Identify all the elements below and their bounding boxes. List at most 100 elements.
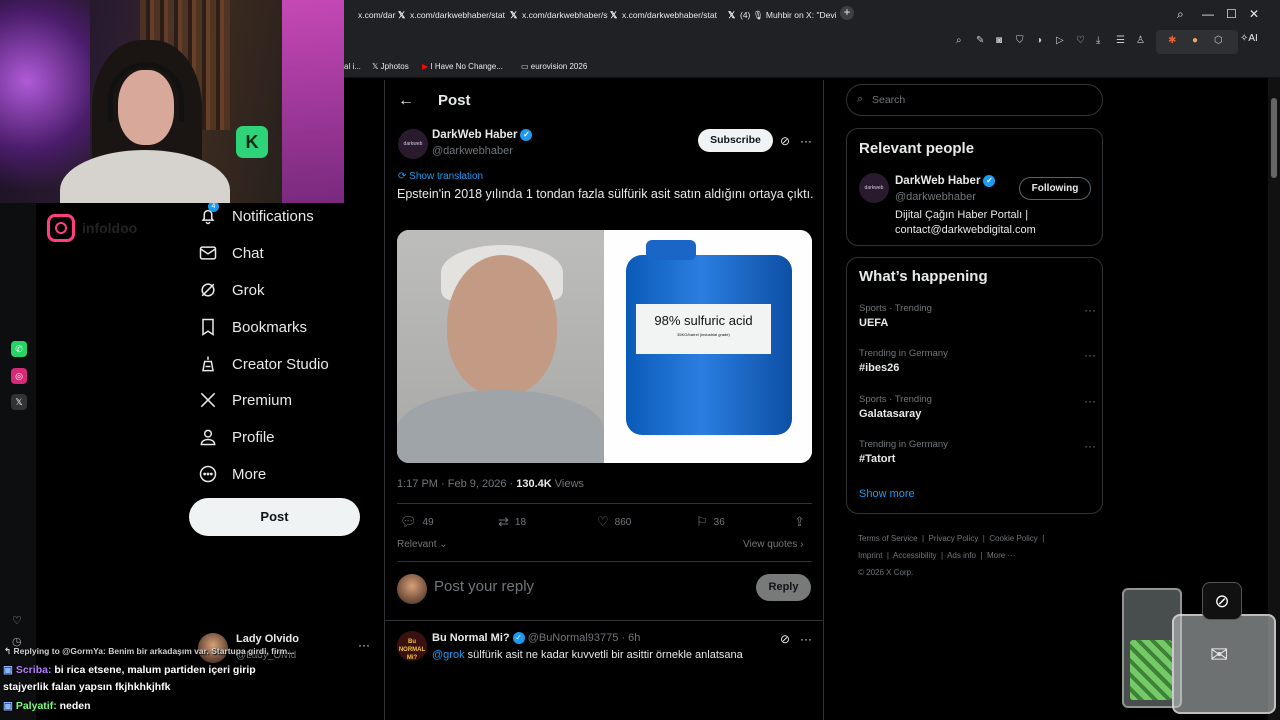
person-avatar[interactable]: darkweb [859, 173, 889, 203]
trend-item[interactable]: Sports · Trending Galatasaray [859, 394, 932, 420]
search-icon: ⌕ [857, 93, 864, 105]
back-arrow-icon[interactable]: ← [398, 92, 414, 110]
like-action[interactable]: ♡ 860 [597, 514, 631, 530]
nav-premium[interactable]: Premium [198, 385, 292, 415]
more-options-icon[interactable]: ··· [800, 134, 812, 148]
nav-chat[interactable]: Chat [198, 238, 264, 268]
author-handle[interactable]: @darkwebhaber [432, 145, 513, 157]
footer-link[interactable]: Privacy Policy [929, 534, 979, 543]
post-button[interactable]: Post [189, 498, 360, 536]
footer-link[interactable]: Ads info [947, 551, 976, 560]
bookmark-item[interactable]: al i... [344, 62, 361, 71]
author-name[interactable]: DarkWeb Haber ✓ [432, 129, 533, 141]
close-window-button[interactable]: ✕ [1249, 6, 1259, 22]
person-icon [200, 429, 216, 446]
show-translation-link[interactable]: ⟳ Show translation [398, 171, 483, 182]
account-name[interactable]: Lady Olvido [236, 633, 299, 645]
footer-link[interactable]: More ··· [987, 551, 1015, 560]
trend-item[interactable]: Trending in Germany #Tatort [859, 439, 948, 465]
search-tabs-icon[interactable]: ⌕ [1177, 6, 1184, 22]
search-input[interactable]: ⌕ Search [846, 84, 1103, 116]
bookmark-item[interactable]: ▶ I Have No Change... [422, 62, 503, 71]
account-more-icon[interactable]: ··· [358, 638, 370, 652]
kick-logo-icon: K [236, 126, 268, 158]
trend-item[interactable]: Sports · Trending UEFA [859, 303, 932, 329]
instagram-icon[interactable]: ◎ [11, 368, 27, 384]
nav-grok[interactable]: Grok [198, 275, 265, 305]
browser-tab[interactable]: 𝕏x.com/darkwebhaber/stat [396, 4, 506, 26]
tweet-media[interactable]: 98% sulfuric acid 35KG/barrel (industria… [397, 230, 812, 463]
x-logo-icon [200, 392, 216, 408]
scrollbar-thumb[interactable] [1271, 98, 1277, 178]
play-icon[interactable]: ▷ [1056, 35, 1064, 46]
nav-bookmarks[interactable]: Bookmarks [198, 312, 307, 342]
trend-item[interactable]: Trending in Germany #ibes26 [859, 348, 948, 374]
footer-link[interactable]: Accessibility [893, 551, 937, 560]
grok-icon: ⊘ [1202, 582, 1242, 620]
share-action[interactable]: ⇪ [794, 514, 811, 530]
divider [397, 561, 812, 562]
x-icon: 𝕏 [610, 10, 618, 20]
browser-tab[interactable]: 𝕏x.com/darkwebhaber/stat [508, 4, 608, 26]
following-button[interactable]: Following [1019, 177, 1091, 200]
extension-icon[interactable]: ⬡ [1214, 35, 1223, 46]
minimize-button[interactable]: — [1202, 6, 1214, 22]
trend-more-icon[interactable]: ··· [1084, 439, 1096, 453]
ai-button[interactable]: ✧AI [1240, 33, 1258, 44]
trend-more-icon[interactable]: ··· [1084, 303, 1096, 317]
menu-icon[interactable]: ☰ [1116, 35, 1125, 46]
author-avatar[interactable]: darkweb [398, 129, 428, 159]
more-circle-icon [199, 465, 217, 483]
webcam-overlay: K [0, 0, 344, 203]
grok-icon[interactable]: ⊘ [780, 134, 790, 148]
x-icon[interactable]: 𝕏 [11, 394, 27, 410]
browser-tab[interactable]: 𝕏x.com/darkwebhaber/stat [608, 4, 718, 26]
repost-action[interactable]: ⇄ 18 [498, 514, 526, 530]
new-tab-button[interactable]: + [840, 6, 854, 20]
whatsapp-icon[interactable]: ✆ [11, 341, 27, 357]
shield-icon[interactable]: ⛉ [1016, 35, 1024, 46]
nav-more[interactable]: More [198, 459, 266, 489]
more-options-icon[interactable]: ··· [800, 632, 812, 646]
bookmark-icon [202, 318, 214, 336]
instagram-overlay-dot [55, 222, 67, 234]
bookmark-item[interactable]: 𝕏 Jphotos [372, 62, 409, 71]
camera-icon[interactable]: ◙ [996, 35, 1002, 46]
show-more-link[interactable]: Show more [859, 488, 915, 500]
edit-icon[interactable]: ✎ [976, 35, 984, 46]
extensions-bar: ✱ ● ⬡ [1156, 30, 1238, 54]
heart-icon[interactable]: ♡ [12, 614, 22, 627]
nav-creator-studio[interactable]: Creator Studio [198, 349, 329, 379]
nav-profile[interactable]: Profile [198, 422, 275, 452]
view-quotes-link[interactable]: View quotes › [743, 539, 803, 550]
footer-link[interactable]: Imprint [858, 551, 882, 560]
bookmark-item[interactable]: ▭ eurovision 2026 [521, 62, 587, 71]
reply-button[interactable]: Reply [756, 574, 811, 601]
maximize-button[interactable]: ☐ [1226, 6, 1237, 22]
profile-icon[interactable]: ♙ [1136, 35, 1145, 46]
browser-tab-active[interactable]: 𝕏 (4) 🎙 Muhbir on X: "Devi [726, 4, 836, 26]
extension-icon[interactable]: ✱ [1168, 35, 1176, 46]
heart-icon[interactable]: ♡ [1076, 35, 1085, 46]
mail-icon: ✉ [1210, 642, 1229, 667]
reply-action[interactable]: 💬︎ 49 [400, 514, 434, 530]
instagram-overlay-name: infoldoo [82, 220, 138, 236]
trend-more-icon[interactable]: ··· [1084, 394, 1096, 408]
browser-tab[interactable]: x.com/darkwebhaber/stat [344, 4, 396, 26]
person-name[interactable]: DarkWeb Haber ✓ [895, 175, 996, 187]
download-icon[interactable]: ⤓ [1096, 35, 1100, 46]
reply-input[interactable]: Post your reply [434, 578, 534, 595]
subscribe-button[interactable]: Subscribe [698, 129, 773, 152]
grok-icon [201, 283, 215, 297]
grok-icon[interactable]: ⊘ [780, 632, 790, 646]
person-bio: Dijital Çağın Haber Portalı | contact@da… [895, 209, 1036, 236]
reply-sort-dropdown[interactable]: Relevant ⌄ [397, 539, 448, 550]
extension-icon[interactable]: ● [1192, 35, 1198, 46]
bookmark-action[interactable]: ⚐ 36 [696, 514, 725, 530]
zoom-icon[interactable]: ⌕ [956, 35, 962, 46]
trend-more-icon[interactable]: ··· [1084, 348, 1096, 362]
footer-link[interactable]: Cookie Policy [989, 534, 1037, 543]
vpn-icon[interactable]: ◑ [1036, 35, 1042, 46]
reply-author-avatar[interactable]: Bu NORMAL Mi? [397, 631, 427, 661]
footer-link[interactable]: Terms of Service [858, 534, 918, 543]
